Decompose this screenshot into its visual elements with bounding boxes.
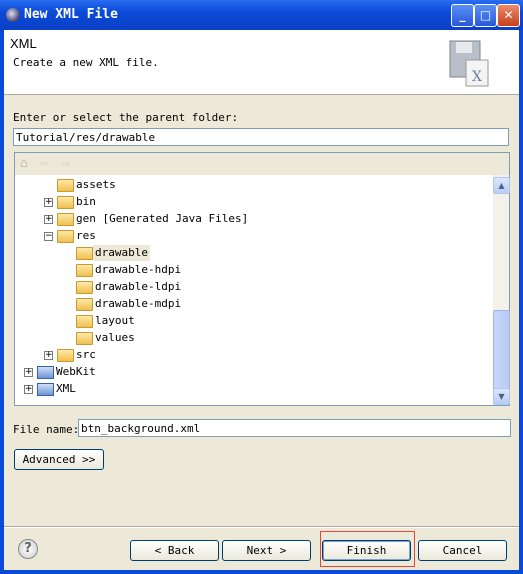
folder-icon — [57, 213, 74, 226]
minimize-button[interactable]: _ — [451, 4, 474, 27]
file-name-label: File name: — [13, 423, 80, 436]
scroll-down-button[interactable]: ▼ — [493, 388, 510, 405]
new-xml-file-icon: X — [449, 40, 489, 87]
advanced-button[interactable]: Advanced >> — [14, 449, 104, 470]
folder-tree[interactable]: ⌂ ⇦ ⇨ assets + bin + gen [Generated Java Fil… — [14, 152, 510, 406]
folder-icon — [57, 196, 74, 209]
forward-arrow-icon[interactable]: ⇨ — [62, 156, 70, 171]
tree-item[interactable]: + WebKit — [15, 364, 493, 380]
tree-item[interactable]: + XML — [15, 381, 493, 397]
collapse-toggle[interactable]: − — [44, 232, 53, 241]
project-icon — [37, 366, 54, 379]
expand-toggle[interactable]: + — [44, 351, 53, 360]
maximize-button[interactable]: □ — [474, 4, 497, 27]
tree-item-label: drawable-ldpi — [95, 280, 182, 293]
back-arrow-icon[interactable]: ⇦ — [40, 156, 48, 171]
close-button[interactable]: ✕ — [497, 4, 520, 27]
tree-item[interactable]: layout — [15, 313, 493, 329]
tree-item[interactable]: drawable-ldpi — [15, 279, 493, 295]
tree-toolbar: ⌂ ⇦ ⇨ — [15, 153, 509, 175]
parent-folder-input[interactable] — [13, 128, 509, 146]
expand-toggle[interactable]: + — [44, 198, 53, 207]
expand-toggle[interactable]: + — [44, 215, 53, 224]
tree-item-label: drawable-mdpi — [95, 297, 182, 310]
help-icon[interactable]: ? — [18, 539, 38, 559]
folder-icon — [76, 281, 93, 294]
window-title: New XML File — [24, 7, 118, 22]
tree-item-label: values — [95, 331, 135, 344]
title-bar[interactable]: New XML File _ □ ✕ — [0, 0, 523, 30]
eclipse-icon — [6, 8, 20, 22]
tree-item[interactable]: drawable — [15, 245, 493, 261]
folder-icon — [76, 264, 93, 277]
folder-icon — [57, 179, 74, 192]
tree-item-label: res — [76, 229, 96, 242]
tree-item-label: layout — [95, 314, 135, 327]
tree-item-label: gen [Generated Java Files] — [76, 212, 249, 225]
footer-divider — [4, 526, 519, 528]
tree-item-label: bin — [76, 195, 96, 208]
tree-item[interactable]: values — [15, 330, 493, 346]
scroll-up-button[interactable]: ▲ — [493, 177, 510, 194]
finish-button[interactable]: Finish — [322, 540, 411, 561]
home-icon[interactable]: ⌂ — [20, 156, 28, 171]
expand-toggle[interactable]: + — [24, 385, 33, 394]
tree-scrollbar[interactable]: ▲ ▼ — [493, 175, 510, 405]
new-xml-file-dialog: New XML File _ □ ✕ XML Create a new XML … — [0, 0, 523, 574]
expand-toggle[interactable]: + — [24, 368, 33, 377]
folder-icon — [57, 349, 74, 362]
wizard-header: XML Create a new XML file. X — [4, 30, 519, 95]
tree-item-label: drawable-hdpi — [95, 263, 182, 276]
folder-icon — [76, 332, 93, 345]
tree-item[interactable]: − res — [15, 228, 493, 244]
file-name-input[interactable] — [78, 419, 511, 437]
folder-icon — [76, 298, 93, 311]
project-icon — [37, 383, 54, 396]
folder-icon — [57, 230, 74, 243]
tree-item-label: WebKit — [56, 365, 96, 378]
scroll-thumb[interactable] — [493, 310, 510, 390]
back-button[interactable]: < Back — [130, 540, 219, 561]
page-description: Create a new XML file. — [13, 56, 159, 69]
parent-folder-label: Enter or select the parent folder: — [13, 111, 239, 124]
cancel-button[interactable]: Cancel — [418, 540, 507, 561]
tree-item[interactable]: assets — [15, 177, 493, 193]
tree-item-label: src — [76, 348, 96, 361]
svg-text:X: X — [472, 69, 482, 85]
folder-icon — [76, 315, 93, 328]
tree-item[interactable]: + bin — [15, 194, 493, 210]
tree-item[interactable]: drawable-hdpi — [15, 262, 493, 278]
folder-icon — [76, 247, 93, 260]
tree-item-label: drawable — [93, 245, 150, 261]
tree-item-label: XML — [56, 382, 76, 395]
tree-item[interactable]: drawable-mdpi — [15, 296, 493, 312]
tree-item-label: assets — [76, 178, 116, 191]
tree-item[interactable]: + src — [15, 347, 493, 363]
page-title: XML — [10, 36, 37, 51]
next-button[interactable]: Next > — [222, 540, 311, 561]
tree-item[interactable]: + gen [Generated Java Files] — [15, 211, 493, 227]
